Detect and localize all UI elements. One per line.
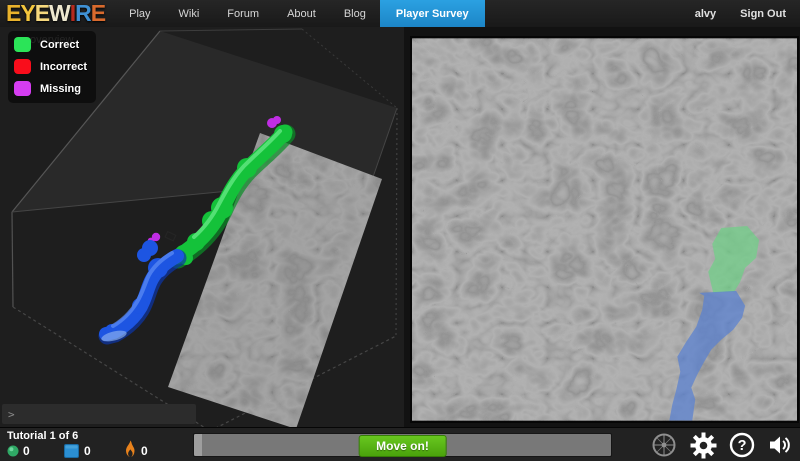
- logo-letter: E: [6, 0, 20, 27]
- sphere-icon: [7, 445, 19, 457]
- logo-letter: E: [35, 0, 49, 27]
- accuracy-legend: Correct Incorrect Missing: [8, 31, 96, 103]
- legend-row-missing: Missing: [14, 81, 87, 96]
- nav-item-player-survey[interactable]: Player Survey: [380, 0, 485, 27]
- cells-count: 0: [23, 444, 30, 458]
- streak-count: 0: [141, 444, 148, 458]
- settings-button[interactable]: [689, 431, 717, 459]
- eyewire-app: EYEWIRE Play Wiki Forum About Blog Playe…: [0, 0, 800, 461]
- logo-letter: R: [75, 0, 91, 27]
- selected-segment-3d[interactable]: [100, 240, 178, 344]
- legend-label: Incorrect: [40, 61, 87, 73]
- cube-icon: [64, 444, 79, 458]
- incorrect-swatch: [14, 59, 31, 74]
- viewer-controls: ?: [650, 428, 795, 461]
- nav-item-wiki[interactable]: Wiki: [165, 0, 214, 27]
- flame-icon: [123, 440, 137, 458]
- tutorial-progress-fill: [194, 434, 202, 456]
- question-mark-icon: ?: [729, 432, 755, 458]
- svg-text:?: ?: [738, 438, 747, 454]
- nav-spacer: [485, 0, 695, 27]
- main-workspace: overview: [0, 27, 800, 427]
- crosshair-icon: [651, 432, 677, 458]
- legend-label: Missing: [40, 83, 81, 95]
- speaker-icon: [769, 433, 793, 457]
- em-slice-image[interactable]: [412, 38, 797, 421]
- nav-item-blog[interactable]: Blog: [330, 0, 380, 27]
- volume-button[interactable]: [767, 431, 795, 459]
- cubes-count: 0: [84, 444, 91, 458]
- recenter-button[interactable]: [650, 431, 678, 459]
- legend-row-incorrect: Incorrect: [14, 59, 87, 74]
- tutorial-progress-bar: Move on!: [193, 433, 612, 457]
- nav-item-about[interactable]: About: [273, 0, 330, 27]
- move-on-button[interactable]: Move on!: [358, 435, 447, 457]
- legend-label: Correct: [40, 39, 79, 51]
- username-link[interactable]: alvy: [695, 8, 716, 20]
- logo-letter: E: [91, 0, 105, 27]
- em-2d-panel: [404, 27, 800, 427]
- user-zone: alvy Sign Out: [695, 0, 800, 27]
- status-bar: Tutorial 1 of 6 0 0 0 Move on!: [0, 427, 800, 461]
- legend-row-correct: Correct: [14, 37, 87, 52]
- logo-letter: Y: [20, 0, 34, 27]
- correct-swatch: [14, 37, 31, 52]
- eyewire-logo[interactable]: EYEWIRE: [0, 0, 115, 27]
- slice-marker: [165, 232, 176, 241]
- console-prompt: >: [8, 408, 15, 421]
- logo-letter: W: [49, 0, 70, 27]
- sign-out-link[interactable]: Sign Out: [740, 8, 786, 20]
- missing-swatch: [14, 81, 31, 96]
- chat-console-input[interactable]: >: [2, 404, 196, 424]
- help-button[interactable]: ?: [728, 431, 756, 459]
- tutorial-progress-label: Tutorial 1 of 6: [7, 430, 78, 442]
- gear-icon: [690, 432, 717, 459]
- top-navigation-bar: EYEWIRE Play Wiki Forum About Blog Playe…: [0, 0, 800, 28]
- nav-item-forum[interactable]: Forum: [213, 0, 273, 27]
- overview-3d-panel[interactable]: overview: [0, 27, 404, 427]
- nav-item-play[interactable]: Play: [115, 0, 164, 27]
